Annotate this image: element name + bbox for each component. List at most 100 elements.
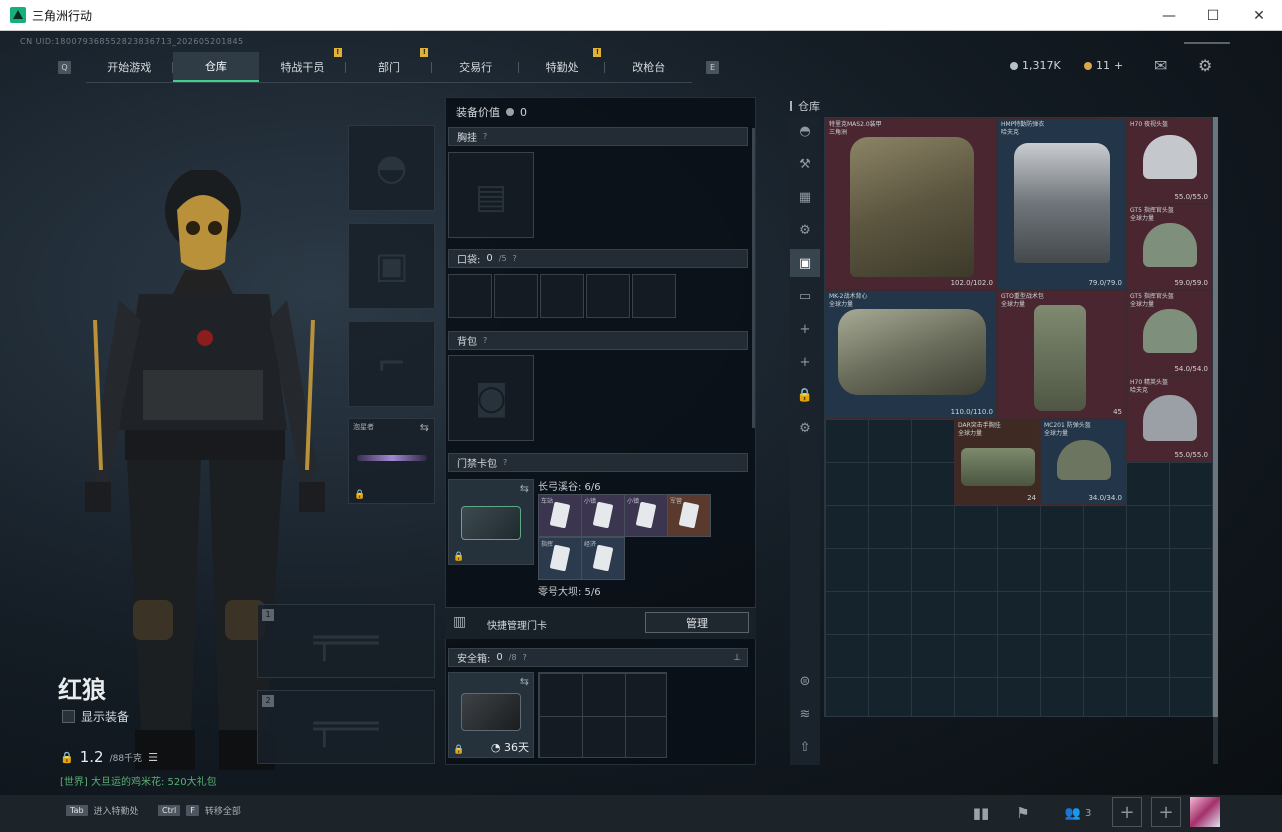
warehouse-scrollbar[interactable] — [1213, 117, 1218, 764]
safe-box-label: 安全箱: — [457, 654, 491, 665]
sidebar-lock-icon[interactable]: 🔒 — [790, 381, 820, 409]
warehouse-item[interactable]: HMP特勤防弹衣 哈夫克 79.0/79.0 — [997, 118, 1126, 290]
show-equipment-toggle[interactable]: 显示装备 — [62, 708, 129, 725]
pockets-label: 口袋: — [457, 255, 481, 266]
tab-warehouse[interactable]: 仓库 — [172, 52, 260, 82]
item-faction: 全球力量 — [1130, 215, 1155, 222]
warehouse-item[interactable]: GTO重型战术包 全球力量 45 — [997, 290, 1126, 419]
mid-scrollbar[interactable] — [752, 128, 755, 428]
warehouse-item[interactable]: H70 精英头盔 哈夫克 55.0/55.0 — [1126, 376, 1212, 462]
list-icon[interactable]: ☰ — [148, 751, 158, 764]
sidebar-add-icon[interactable]: + — [790, 348, 820, 376]
tab-label: 交易行 — [459, 61, 493, 74]
chest-rig-slot[interactable]: ▤ — [448, 152, 534, 238]
warehouse-item[interactable]: DAR突击手胸挂 全球力量 24 — [954, 419, 1040, 505]
coupon-amount: 11 — [1096, 59, 1110, 72]
scrollbar-thumb[interactable] — [1213, 117, 1218, 717]
tab-gunsmith[interactable]: 改枪台 — [605, 52, 692, 82]
tab-start-game[interactable]: 开始游戏 — [86, 52, 173, 82]
minimize-button[interactable]: — — [1146, 0, 1192, 31]
quick-manage-label: 快捷管理门卡 — [487, 621, 547, 632]
help-icon[interactable]: ? — [483, 132, 487, 141]
tab-trading[interactable]: 交易行 — [432, 52, 519, 82]
settings-gear-icon[interactable]: ⚙ — [1198, 56, 1212, 75]
keycard[interactable]: 小镇 — [624, 494, 668, 537]
help-icon[interactable]: ? — [503, 458, 507, 467]
sidebar-loot-icon[interactable]: ▭ — [790, 282, 820, 310]
mail-icon[interactable]: ✉ — [1154, 56, 1167, 75]
sidebar-ammo-icon[interactable]: ⚒ — [790, 150, 820, 178]
tab-special-ops[interactable]: 特勤处! — [519, 48, 606, 82]
swap-icon[interactable]: ⇆ — [420, 421, 429, 434]
melee-slot[interactable]: 泡星者 ⇆ 🔒 — [348, 418, 435, 504]
sidebar-settings-icon[interactable]: ⚙ — [790, 414, 820, 442]
safe-box-slot[interactable]: ⇆ 🔒 ◔ 36天 — [448, 672, 534, 758]
world-chat-line[interactable]: [世界] 大旦运的鸡米花: 520大礼包 — [60, 773, 217, 788]
maximize-button[interactable]: ☐ — [1190, 0, 1236, 31]
warehouse-item[interactable]: 特里克MAS2.0装甲 三角洲 102.0/102.0 — [825, 118, 997, 290]
helmet-slot[interactable]: ◓ — [348, 125, 435, 211]
warehouse-item[interactable]: GT5 指挥官头盔 全球力量 59.0/59.0 — [1126, 204, 1212, 290]
enter-special-ops-hint[interactable]: Tab 进入特勤处 — [66, 804, 139, 817]
sidebar-gear-icon[interactable]: ▣ — [790, 249, 820, 277]
keycard-manage-icon: ▥ — [453, 614, 467, 630]
add-teammate-button[interactable]: + — [1151, 797, 1181, 827]
pocket-slot[interactable] — [540, 274, 584, 318]
warehouse-item[interactable]: H70 夜视头盔 55.0/55.0 — [1126, 118, 1212, 204]
add-teammate-button[interactable]: + — [1112, 797, 1142, 827]
safe-box-grid[interactable] — [538, 672, 667, 758]
keycard[interactable]: 经济 — [581, 537, 625, 580]
item-title: DAR突击手胸挂 — [958, 422, 1001, 429]
sidebar-sort-icon[interactable]: ⊜ — [790, 667, 820, 695]
pocket-slot[interactable] — [494, 274, 538, 318]
team-button[interactable]: 👥 3 — [1058, 798, 1098, 828]
keycard[interactable]: 指挥 — [538, 537, 582, 580]
nav-prev-key[interactable]: Q — [58, 61, 71, 74]
tab-operators[interactable]: 特战干员! — [259, 48, 346, 82]
nav-next-key[interactable]: E — [706, 61, 719, 74]
pocket-slot[interactable] — [586, 274, 630, 318]
keycard[interactable]: 军营 — [667, 494, 711, 537]
keycard-pack-label: 门禁卡包 — [457, 459, 497, 470]
tab-department[interactable]: 部门! — [346, 48, 433, 82]
manage-button[interactable]: 管理 — [645, 612, 749, 633]
sidebar-helmet-icon[interactable]: ◓ — [790, 117, 820, 145]
tab-label: 改枪台 — [632, 61, 666, 74]
keycard[interactable]: 车站 — [538, 494, 582, 537]
warehouse-grid[interactable]: 特里克MAS2.0装甲 三角洲 102.0/102.0 HMP特勤防弹衣 哈夫克 7… — [824, 117, 1213, 717]
help-icon[interactable]: ? — [513, 254, 517, 263]
primary-weapon-slot-2[interactable]: 2 ╤══ — [257, 690, 435, 764]
sidebar-weapon-icon[interactable]: ▦ — [790, 183, 820, 211]
player-avatar[interactable] — [1190, 797, 1220, 827]
sidebar-transfer-icon[interactable]: ⇧ — [790, 733, 820, 761]
pin-icon[interactable]: ⊥ — [733, 653, 741, 663]
pocket-slot[interactable] — [632, 274, 676, 318]
swap-icon[interactable]: ⇆ — [520, 675, 529, 688]
swap-icon[interactable]: ⇆ — [520, 482, 529, 495]
help-icon[interactable]: ? — [483, 336, 487, 345]
warehouse-item[interactable]: MC201 防弹头盔 全球力量 34.0/34.0 — [1040, 419, 1126, 505]
keycard-pack-header: 门禁卡包? — [448, 453, 748, 472]
pistol-slot[interactable]: ⌐ — [348, 321, 435, 407]
primary-weapon-slot-1[interactable]: 1 ╤══ — [257, 604, 435, 678]
sidebar-add-icon[interactable]: + — [790, 315, 820, 343]
keycard-case-slot[interactable]: ⇆ 🔒 — [448, 479, 534, 565]
keycard-label: 军营 — [670, 498, 683, 505]
warehouse-item[interactable]: MK-2战术背心 全球力量 110.0/110.0 — [825, 290, 997, 419]
armor-slot[interactable]: ▣ — [348, 223, 435, 309]
keycard[interactable]: 小镇 — [581, 494, 625, 537]
transfer-all-hint[interactable]: Ctrl F 转移全部 — [158, 804, 241, 817]
backpack-slot[interactable]: ◙ — [448, 355, 534, 441]
flag-icon[interactable]: ⚑ — [1008, 798, 1038, 828]
sidebar-attachment-icon[interactable]: ⚙ — [790, 216, 820, 244]
helmet-icon: ◓ — [375, 147, 408, 189]
pocket-slot[interactable] — [448, 274, 492, 318]
checkbox[interactable] — [62, 710, 75, 723]
sidebar-layers-icon[interactable]: ≋ — [790, 700, 820, 728]
stats-chart-icon[interactable]: ▮▮ — [966, 798, 996, 828]
close-button[interactable]: ✕ — [1236, 0, 1282, 31]
app-logo-icon — [10, 7, 26, 23]
help-icon[interactable]: ? — [523, 653, 527, 662]
add-currency-button[interactable]: + — [1114, 59, 1123, 72]
warehouse-item[interactable]: GT5 指挥官头盔 全球力量 54.0/54.0 — [1126, 290, 1212, 376]
